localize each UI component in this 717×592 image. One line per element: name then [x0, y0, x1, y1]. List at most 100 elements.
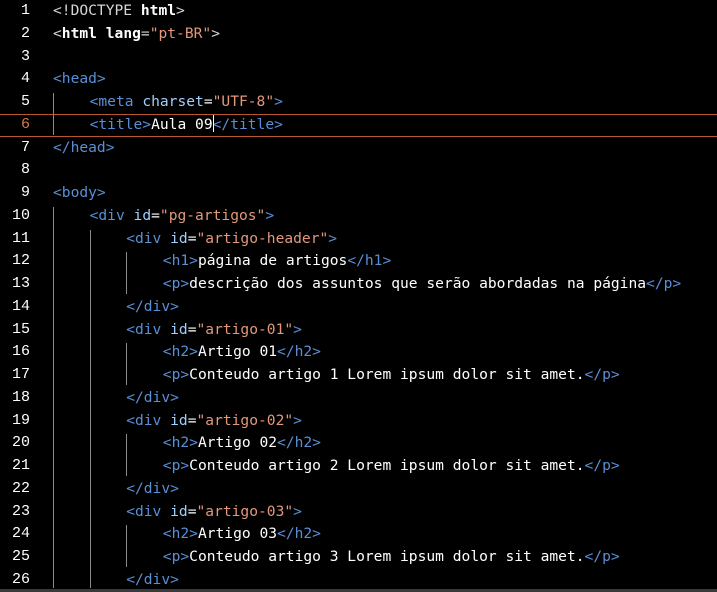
line-number: 21	[11, 457, 30, 474]
code-line[interactable]: 3	[0, 46, 717, 69]
code-editor[interactable]: 1 <!DOCTYPE html> 2 <html lang="pt-BR"> 3 4 <h…	[0, 0, 717, 588]
code-token-tag: >	[293, 411, 302, 429]
code-token-tag: <h2>	[162, 434, 198, 452]
code-token-tag: <p>	[162, 548, 190, 565]
line-code: <h2>Artigo 03</h2>	[163, 523, 321, 546]
indent-guide	[126, 525, 128, 567]
code-token-txt: =	[187, 320, 197, 338]
line-code: <html lang="pt-BR">	[53, 23, 220, 46]
line-code: <div id="artigo-02">	[126, 410, 302, 433]
code-token-tag: </div>	[126, 388, 179, 406]
line-number: 14	[11, 297, 30, 315]
code-line[interactable]: 2 <html lang="pt-BR">	[0, 23, 717, 46]
code-line[interactable]: 12 <h1>página de artigos</h1>	[0, 250, 717, 273]
code-token-tag: </h2>	[277, 343, 321, 361]
code-line[interactable]: 9 <body>	[0, 182, 717, 205]
line-code: <h1>página de artigos</h1>	[163, 250, 391, 273]
line-code: <body>	[53, 182, 106, 205]
line-number: 3	[20, 47, 30, 65]
code-token-tag: </div>	[126, 297, 179, 315]
code-token-tag: <p>	[162, 366, 190, 383]
code-line[interactable]: 20 <h2>Artigo 02</h2>	[0, 432, 717, 455]
code-line[interactable]: 5 <meta charset="UTF-8">	[0, 91, 717, 114]
code-token-tag: <div	[126, 411, 171, 429]
code-line[interactable]: 10 <div id="pg-artigos">	[0, 205, 717, 228]
line-code: <!DOCTYPE html>	[53, 0, 185, 23]
code-token-attr: id	[170, 320, 188, 338]
code-token-txt: =	[187, 229, 197, 247]
line-code: </head>	[53, 137, 115, 160]
line-number: 2	[20, 24, 30, 42]
line-number: 6	[20, 115, 30, 133]
code-token-txt: Artigo 01	[197, 343, 278, 361]
code-line[interactable]: 23 <div id="artigo-03">	[0, 501, 717, 524]
code-line[interactable]: 11 <div id="artigo-header">	[0, 228, 717, 251]
code-token-txt: página de artigos	[197, 252, 348, 270]
code-token-tag: </head>	[53, 138, 115, 156]
code-line[interactable]: 4 <head>	[0, 68, 717, 91]
code-token-tag: </div>	[126, 479, 179, 497]
code-token-tag: <head>	[53, 70, 106, 88]
code-line[interactable]: 1 <!DOCTYPE html>	[0, 0, 717, 23]
indent-guide	[126, 434, 128, 476]
text-cursor	[212, 115, 214, 133]
code-line[interactable]: 7 </head>	[0, 137, 717, 160]
code-token-txt: Conteudo artigo 3 Lorem ipsum dolor sit …	[189, 548, 585, 565]
code-line[interactable]: 19 <div id="artigo-02">	[0, 410, 717, 433]
line-number: 24	[11, 525, 30, 543]
line-number: 5	[20, 93, 30, 110]
code-token-txt: =	[187, 502, 197, 520]
code-line[interactable]: 13 <p>descrição dos assuntos que serão ab…	[0, 273, 717, 296]
code-line[interactable]: 15 <div id="artigo-01">	[0, 319, 717, 342]
code-line[interactable]: 14 </div>	[0, 296, 717, 319]
code-token-doc: =	[140, 24, 150, 42]
code-token-tag: </p>	[584, 457, 620, 474]
code-token-tag: </p>	[584, 548, 620, 565]
line-number: 16	[11, 343, 30, 361]
line-code: <div id="pg-artigos">	[90, 205, 275, 228]
line-number: 25	[11, 548, 30, 565]
code-token-tag: <div	[126, 229, 171, 247]
code-token-tag: <title>	[89, 115, 152, 133]
line-code: <div id="artigo-01">	[126, 319, 302, 342]
code-token-str: "artigo-header"	[196, 229, 329, 247]
code-token-txt: =	[151, 206, 160, 224]
code-token-str: "UTF-8"	[212, 93, 275, 110]
code-line[interactable]: 8	[0, 159, 717, 182]
code-token-tag: </h2>	[277, 434, 321, 452]
indent-guide	[53, 206, 54, 588]
line-code: </div>	[126, 296, 179, 319]
code-line[interactable]: 18 </div>	[0, 387, 717, 410]
code-token-tag: </h1>	[347, 252, 392, 270]
code-token-tag: </p>	[584, 366, 620, 383]
code-token-txt: Artigo 03	[197, 525, 278, 543]
line-code: <head>	[53, 68, 106, 91]
code-line[interactable]: 17 <p>Conteudo artigo 1 Lorem ipsum dolor…	[0, 364, 717, 387]
line-number: 13	[11, 275, 30, 292]
code-line[interactable]: 25 <p>Conteudo artigo 3 Lorem ipsum dolor…	[0, 546, 717, 569]
code-token-str: "pt-BR"	[149, 24, 212, 42]
indent-guide	[89, 229, 91, 588]
code-token-txt: =	[203, 93, 213, 110]
code-token-tag: <body>	[53, 184, 106, 201]
code-line[interactable]: 24 <h2>Artigo 03</h2>	[0, 523, 717, 546]
line-code: <meta charset="UTF-8">	[90, 91, 283, 114]
line-number: 23	[11, 502, 30, 520]
code-token-str: "artigo-02"	[196, 411, 294, 429]
line-number: 20	[11, 434, 30, 452]
code-token-str: "artigo-03"	[196, 502, 294, 520]
code-line[interactable]: 22 </div>	[0, 478, 717, 501]
line-code: </div>	[126, 569, 179, 588]
code-line[interactable]: 6 <title>Aula 09</title>	[0, 113, 717, 137]
code-token-bold: lang	[105, 24, 141, 42]
code-token-doc	[97, 25, 106, 42]
line-number: 18	[11, 388, 30, 406]
code-token-txt: =	[187, 411, 197, 429]
code-line[interactable]: 21 <p>Conteudo artigo 2 Lorem ipsum dolor…	[0, 455, 717, 478]
line-number: 1	[20, 2, 30, 19]
code-token-attr: id	[170, 229, 188, 247]
code-token-bold: html	[61, 24, 97, 42]
line-number: 7	[20, 138, 30, 156]
code-line[interactable]: 26 </div>	[0, 569, 717, 588]
code-line[interactable]: 16 <h2>Artigo 01</h2>	[0, 341, 717, 364]
